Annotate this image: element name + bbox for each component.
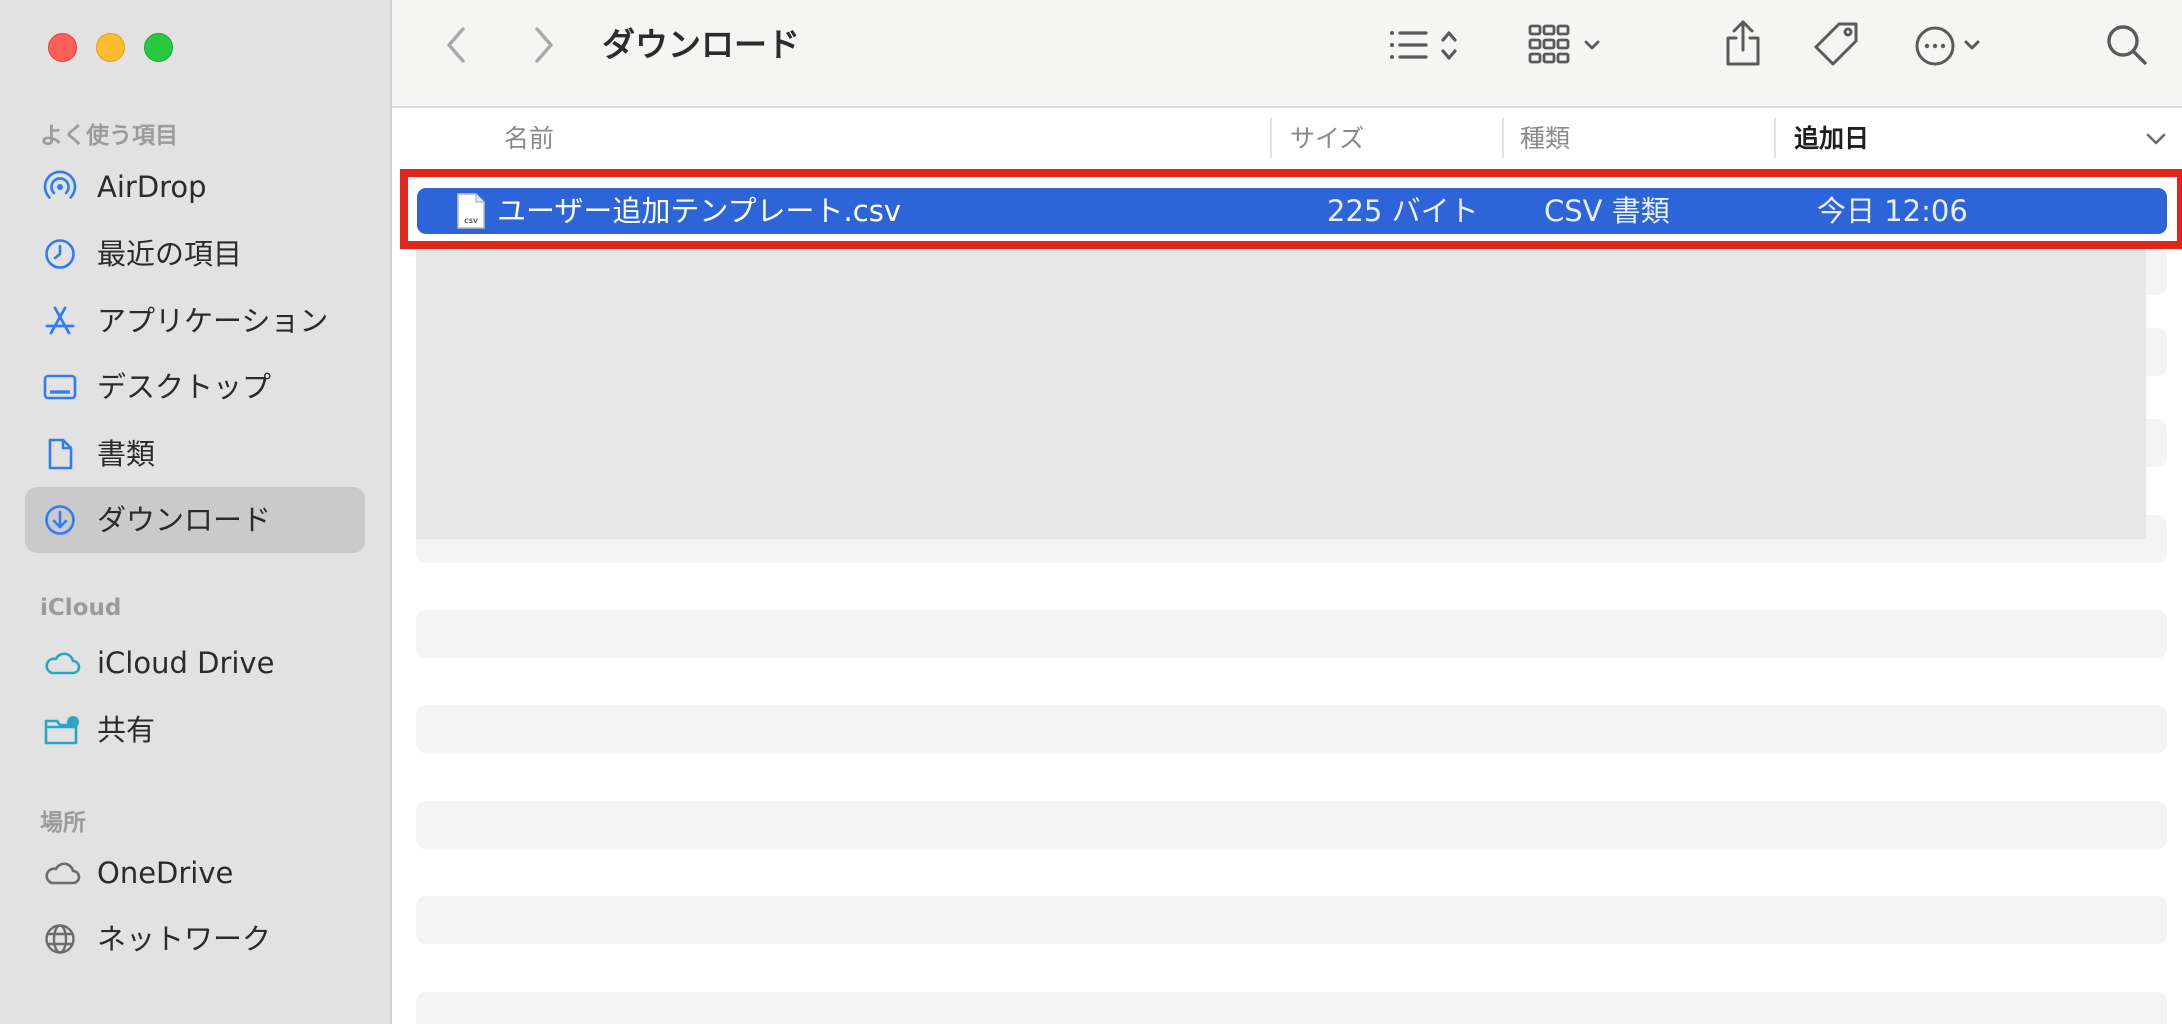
- back-icon[interactable]: [444, 24, 468, 66]
- applications-icon: [43, 304, 77, 338]
- grid-view-icon[interactable]: [1528, 24, 1612, 68]
- empty-row: [416, 992, 2167, 1024]
- locations-section-title: 場所: [40, 810, 86, 836]
- desktop-icon: [43, 370, 77, 404]
- empty-list-background: [416, 243, 2146, 539]
- file-list-area: 名前 サイズ 種類 追加日 CSV ユーザー追加テンプレート.csv 225 バ…: [392, 108, 2182, 1024]
- column-date-added[interactable]: 追加日: [1794, 108, 1869, 170]
- sidebar: よく使う項目 AirDrop 最近の項目 アプリケーション デスクトップ 書類 …: [0, 0, 392, 1024]
- sort-chevron-down-icon[interactable]: [2145, 130, 2167, 148]
- forward-icon[interactable]: [532, 24, 556, 66]
- folder-title: ダウンロード: [602, 25, 800, 64]
- close-window-button[interactable]: [48, 33, 77, 62]
- sidebar-item-shared[interactable]: 共有: [25, 697, 365, 763]
- document-icon: [43, 437, 77, 471]
- cloud-icon: [43, 646, 81, 680]
- sidebar-item-label: ネットワーク: [97, 922, 272, 956]
- minimize-window-button[interactable]: [96, 33, 125, 62]
- column-divider[interactable]: [1774, 118, 1776, 158]
- cloud-icon: [43, 856, 81, 890]
- sidebar-item-label: ダウンロード: [97, 503, 272, 537]
- favorites-section-title: よく使う項目: [40, 123, 178, 149]
- share-icon[interactable]: [1723, 18, 1763, 68]
- empty-row: [416, 896, 2167, 944]
- annotation-highlight-box: [400, 169, 2182, 249]
- empty-row: [416, 610, 2167, 658]
- clock-icon: [43, 237, 77, 271]
- sidebar-item-onedrive[interactable]: OneDrive: [25, 840, 365, 906]
- sidebar-item-label: AirDrop: [97, 170, 207, 204]
- more-icon[interactable]: [1914, 24, 1990, 68]
- sidebar-item-downloads[interactable]: ダウンロード: [25, 487, 365, 553]
- sidebar-item-network[interactable]: ネットワーク: [25, 906, 365, 972]
- sidebar-item-label: 書類: [97, 437, 156, 471]
- sidebar-item-label: デスクトップ: [97, 370, 272, 404]
- zoom-window-button[interactable]: [144, 33, 173, 62]
- sidebar-item-documents[interactable]: 書類: [25, 421, 365, 487]
- column-header: 名前 サイズ 種類 追加日: [392, 108, 2182, 170]
- sidebar-item-applications[interactable]: アプリケーション: [25, 288, 365, 354]
- airdrop-icon: [43, 170, 77, 204]
- sidebar-item-label: 共有: [97, 713, 156, 747]
- list-view-icon[interactable]: [1388, 26, 1468, 66]
- download-icon: [43, 503, 77, 537]
- sidebar-item-label: アプリケーション: [97, 304, 329, 338]
- sidebar-item-label: OneDrive: [97, 856, 234, 890]
- empty-row: [416, 801, 2167, 849]
- globe-icon: [43, 922, 77, 956]
- search-icon[interactable]: [2104, 22, 2150, 68]
- column-divider[interactable]: [1270, 118, 1272, 158]
- sidebar-item-label: iCloud Drive: [97, 646, 275, 680]
- column-kind[interactable]: 種類: [1520, 108, 1570, 170]
- sidebar-item-icloud-drive[interactable]: iCloud Drive: [25, 630, 365, 696]
- sidebar-item-desktop[interactable]: デスクトップ: [25, 354, 365, 420]
- shared-folder-icon: [43, 713, 79, 747]
- icloud-section-title: iCloud: [40, 595, 122, 621]
- column-name[interactable]: 名前: [504, 108, 554, 170]
- sidebar-item-recents[interactable]: 最近の項目: [25, 221, 365, 287]
- sidebar-item-airdrop[interactable]: AirDrop: [25, 154, 365, 220]
- tag-icon[interactable]: [1812, 20, 1862, 70]
- column-divider[interactable]: [1502, 118, 1504, 158]
- toolbar: ダウンロード: [392, 0, 2182, 108]
- sidebar-item-label: 最近の項目: [97, 237, 243, 271]
- finder-window: よく使う項目 AirDrop 最近の項目 アプリケーション デスクトップ 書類 …: [0, 0, 2182, 1024]
- empty-row: [416, 705, 2167, 753]
- column-size[interactable]: サイズ: [1290, 108, 1364, 170]
